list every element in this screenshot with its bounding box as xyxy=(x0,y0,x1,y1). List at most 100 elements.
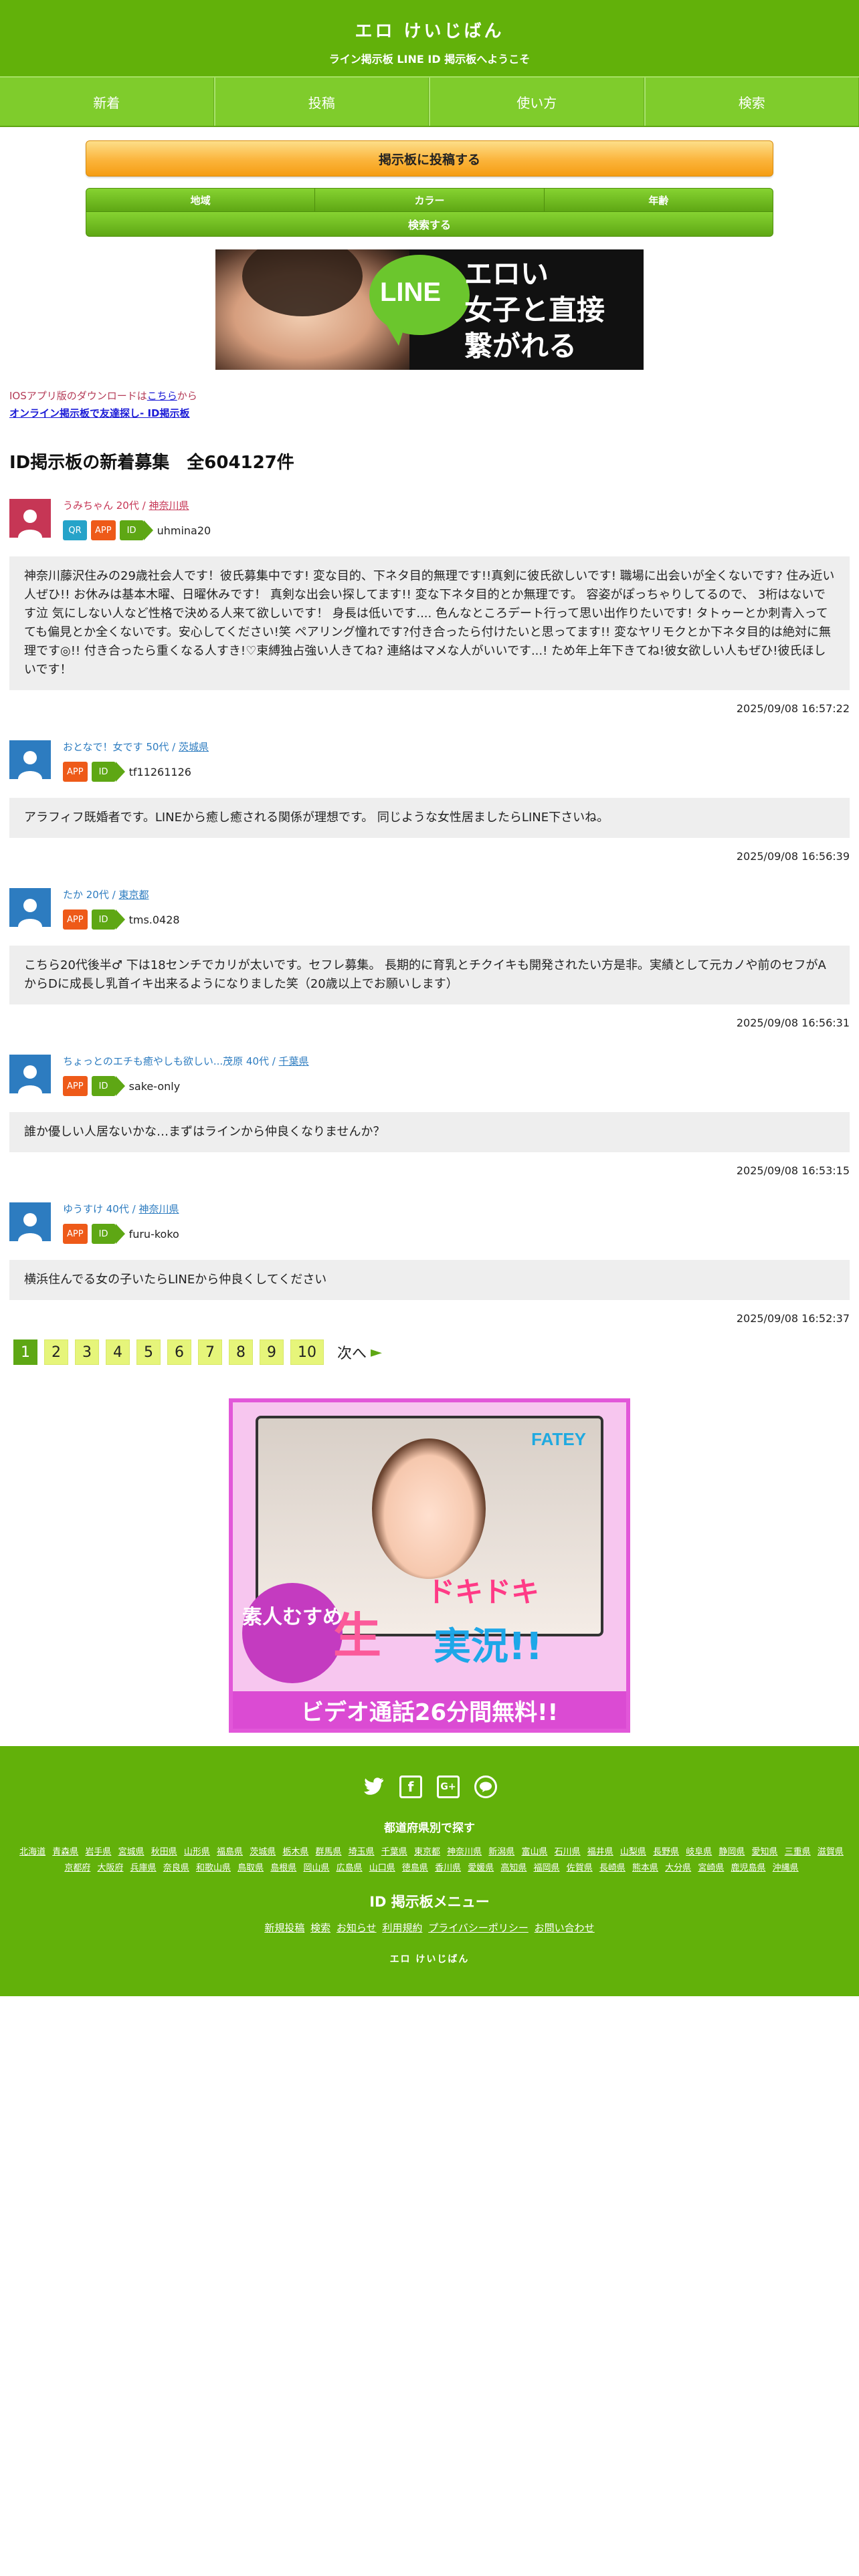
post-prefecture-link[interactable]: 神奈川県 xyxy=(138,1203,179,1215)
prefecture-link[interactable]: 神奈川県 xyxy=(447,1847,482,1857)
prefecture-link[interactable]: 大阪府 xyxy=(98,1863,124,1873)
page-link-1[interactable]: 1 xyxy=(13,1339,37,1365)
avatar-female-icon xyxy=(9,499,51,538)
footer-menu-link[interactable]: お問い合わせ xyxy=(535,1922,595,1934)
prefecture-link[interactable]: 兵庫県 xyxy=(130,1863,157,1873)
page-link-7[interactable]: 7 xyxy=(198,1339,222,1365)
prefecture-link[interactable]: 東京都 xyxy=(414,1847,440,1857)
prefecture-link[interactable]: 長野県 xyxy=(653,1847,679,1857)
prefecture-link[interactable]: 石川県 xyxy=(555,1847,581,1857)
prefecture-link[interactable]: 愛媛県 xyxy=(468,1863,494,1873)
prefecture-link[interactable]: 青森県 xyxy=(52,1847,78,1857)
line-banner-ad[interactable]: LINE エロい 女子と直接 繋がれる xyxy=(215,249,644,370)
search-submit-button[interactable]: 検索する xyxy=(86,212,773,237)
prefecture-link[interactable]: 長崎県 xyxy=(599,1863,626,1873)
prefecture-link[interactable]: 福井県 xyxy=(587,1847,613,1857)
footer-menu-link[interactable]: 利用規約 xyxy=(382,1922,422,1934)
footer-menu-link[interactable]: お知らせ xyxy=(337,1922,377,1934)
video-chat-ad[interactable]: FATEY 素人むすめ 生 ドキドキ 実況!! ビデオ通話26分間無料!! xyxy=(229,1398,630,1733)
prefecture-link[interactable]: 愛知県 xyxy=(752,1847,778,1857)
prefecture-link[interactable]: 岡山県 xyxy=(303,1863,329,1873)
prefecture-link[interactable]: 鹿児島県 xyxy=(731,1863,765,1873)
prefecture-link[interactable]: 福岡県 xyxy=(534,1863,560,1873)
prefecture-link[interactable]: 富山県 xyxy=(521,1847,547,1857)
prefecture-link[interactable]: 和歌山県 xyxy=(196,1863,231,1873)
prefecture-link[interactable]: 高知県 xyxy=(500,1863,527,1873)
qr-badge[interactable]: QR xyxy=(63,520,87,540)
prefecture-link[interactable]: 京都府 xyxy=(64,1863,90,1873)
prefecture-link[interactable]: 静岡県 xyxy=(719,1847,745,1857)
search-age-select[interactable]: 年齢 xyxy=(543,189,773,211)
online-board-link[interactable]: オンライン掲示板で友達探し- ID掲示板 xyxy=(9,405,850,422)
facebook-icon[interactable]: f xyxy=(399,1776,422,1798)
prefecture-link[interactable]: 鳥取県 xyxy=(237,1863,264,1873)
line-id[interactable]: sake-only xyxy=(129,1080,181,1093)
prefecture-link[interactable]: 沖縄県 xyxy=(773,1863,799,1873)
app-badge[interactable]: APP xyxy=(63,1076,88,1096)
page-link-9[interactable]: 9 xyxy=(260,1339,284,1365)
prefecture-link[interactable]: 茨城県 xyxy=(250,1847,276,1857)
footer-menu-link[interactable]: 検索 xyxy=(310,1922,330,1934)
prefecture-link[interactable]: 新潟県 xyxy=(488,1847,514,1857)
page-link-6[interactable]: 6 xyxy=(167,1339,191,1365)
line-id[interactable]: uhmina20 xyxy=(157,524,211,537)
nav-how-to[interactable]: 使い方 xyxy=(429,78,644,126)
prefecture-link[interactable]: 千葉県 xyxy=(381,1847,407,1857)
prefecture-link[interactable]: 宮城県 xyxy=(118,1847,145,1857)
post-prefecture-link[interactable]: 東京都 xyxy=(118,889,149,901)
nav-new[interactable]: 新着 xyxy=(0,78,214,126)
prefecture-link[interactable]: 群馬県 xyxy=(316,1847,342,1857)
prefecture-link[interactable]: 滋賀県 xyxy=(818,1847,844,1857)
nav-search[interactable]: 検索 xyxy=(644,78,859,126)
prefecture-link[interactable]: 埼玉県 xyxy=(349,1847,375,1857)
next-page-link[interactable]: 次へ ► xyxy=(337,1341,382,1363)
line-id[interactable]: furu-koko xyxy=(129,1228,179,1241)
app-badge[interactable]: APP xyxy=(63,762,88,782)
post-prefecture-link[interactable]: 千葉県 xyxy=(279,1055,309,1067)
post-prefecture-link[interactable]: 茨城県 xyxy=(179,741,209,753)
prefecture-link[interactable]: 香川県 xyxy=(435,1863,461,1873)
prefecture-link[interactable]: 山梨県 xyxy=(620,1847,646,1857)
prefecture-link[interactable]: 山口県 xyxy=(369,1863,395,1873)
search-color-select[interactable]: カラー xyxy=(314,189,543,211)
prefecture-link[interactable]: 熊本県 xyxy=(632,1863,658,1873)
page-link-5[interactable]: 5 xyxy=(136,1339,161,1365)
app-badge[interactable]: APP xyxy=(91,520,116,540)
post-to-board-button[interactable]: 掲示板に投稿する xyxy=(86,140,773,177)
prefecture-link[interactable]: 三重県 xyxy=(785,1847,811,1857)
google-plus-icon[interactable]: G+ xyxy=(437,1776,460,1798)
prefecture-link[interactable]: 宮崎県 xyxy=(698,1863,724,1873)
prefecture-link[interactable]: 栃木県 xyxy=(282,1847,308,1857)
prefecture-link[interactable]: 広島県 xyxy=(337,1863,363,1873)
prefecture-link[interactable]: 徳島県 xyxy=(402,1863,428,1873)
app-badge[interactable]: APP xyxy=(63,909,88,930)
line-id[interactable]: tms.0428 xyxy=(129,914,180,926)
prefecture-link[interactable]: 佐賀県 xyxy=(567,1863,593,1873)
prefecture-link[interactable]: 奈良県 xyxy=(163,1863,189,1873)
prefecture-link[interactable]: 岐阜県 xyxy=(686,1847,712,1857)
app-badge[interactable]: APP xyxy=(63,1224,88,1244)
prefecture-link[interactable]: 島根県 xyxy=(270,1863,296,1873)
footer-menu-link[interactable]: 新規投稿 xyxy=(264,1922,304,1934)
page-link-2[interactable]: 2 xyxy=(44,1339,68,1365)
prefecture-link[interactable]: 大分県 xyxy=(665,1863,691,1873)
page-link-3[interactable]: 3 xyxy=(75,1339,99,1365)
ios-download-link[interactable]: こちら xyxy=(147,390,177,402)
footer-logo[interactable]: エロ けいじばん xyxy=(13,1952,846,1965)
prefecture-link[interactable]: 秋田県 xyxy=(151,1847,177,1857)
footer-menu-link[interactable]: プライバシーポリシー xyxy=(428,1922,529,1934)
prefecture-link[interactable]: 福島県 xyxy=(217,1847,243,1857)
prefecture-link[interactable]: 岩手県 xyxy=(85,1847,111,1857)
prefecture-link[interactable]: 北海道 xyxy=(19,1847,45,1857)
page-link-8[interactable]: 8 xyxy=(229,1339,253,1365)
search-region-select[interactable]: 地域 xyxy=(86,189,314,211)
page-link-10[interactable]: 10 xyxy=(290,1339,324,1365)
nav-post[interactable]: 投稿 xyxy=(213,78,429,126)
line-id[interactable]: tf11261126 xyxy=(129,766,191,778)
post-prefecture-link[interactable]: 神奈川県 xyxy=(149,500,189,512)
twitter-icon[interactable] xyxy=(362,1776,385,1798)
page-link-4[interactable]: 4 xyxy=(106,1339,130,1365)
prefecture-link[interactable]: 山形県 xyxy=(184,1847,210,1857)
site-logo[interactable]: エロ けいじばん xyxy=(0,0,859,42)
line-icon[interactable] xyxy=(474,1776,497,1798)
